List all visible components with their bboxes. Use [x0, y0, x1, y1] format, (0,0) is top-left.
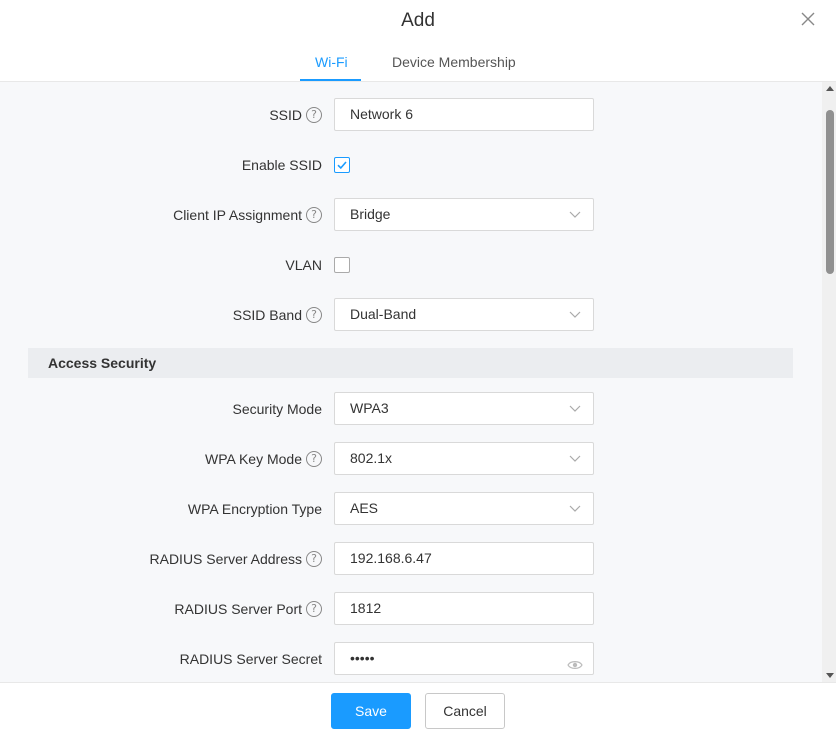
row-radius-server-secret: RADIUS Server Secret ••••• [0, 642, 822, 676]
cancel-button[interactable]: Cancel [425, 693, 505, 729]
help-icon[interactable]: ? [306, 601, 322, 617]
row-ssid-band: SSID Band ? Dual-Band [0, 298, 822, 332]
radius-server-address-label-text: RADIUS Server Address [149, 551, 303, 567]
ssid-input[interactable] [350, 99, 560, 130]
client-ip-assignment-value: Bridge [350, 206, 391, 222]
chevron-down-icon [569, 452, 581, 464]
check-icon [337, 161, 347, 170]
client-ip-assignment-label-text: Client IP Assignment [173, 207, 302, 223]
save-button[interactable]: Save [331, 693, 411, 729]
vertical-scrollbar[interactable] [822, 82, 836, 682]
enable-ssid-checkbox[interactable] [334, 157, 350, 173]
radius-server-port-label-text: RADIUS Server Port [174, 601, 302, 617]
ssid-input-wrapper [334, 98, 594, 131]
scroll-down-arrow-icon[interactable] [826, 673, 834, 678]
ssid-label-text: SSID [269, 107, 302, 123]
row-wpa-encryption-type: WPA Encryption Type AES [0, 492, 822, 526]
client-ip-assignment-label: Client IP Assignment ? [173, 198, 322, 232]
row-ssid: SSID ? [0, 98, 822, 132]
row-radius-server-port: RADIUS Server Port ? [0, 592, 822, 626]
security-mode-label: Security Mode [232, 401, 322, 417]
form-content: SSID ? Enable SSID Client IP Assignment … [0, 82, 822, 682]
row-security-mode: Security Mode WPA3 [0, 392, 822, 426]
client-ip-assignment-select[interactable]: Bridge [334, 198, 594, 231]
wpa-encryption-type-value: AES [350, 500, 379, 516]
wpa-key-mode-label-text: WPA Key Mode [204, 451, 302, 467]
radius-server-address-label: RADIUS Server Address ? [149, 542, 322, 576]
ssid-band-value: Dual-Band [350, 306, 417, 322]
dialog-title: Add [401, 10, 435, 31]
ssid-band-select[interactable]: Dual-Band [334, 298, 594, 331]
tab-device-membership[interactable]: Device Membership [392, 53, 516, 71]
access-security-section-header: Access Security [28, 348, 793, 378]
wpa-key-mode-value: 802.1x [350, 450, 393, 466]
radius-server-address-input[interactable] [350, 543, 560, 574]
tab-bar: Wi-Fi Device Membership [0, 50, 836, 82]
radius-server-port-input-wrapper [334, 592, 594, 625]
help-icon[interactable]: ? [306, 107, 322, 123]
chevron-down-icon [569, 402, 581, 414]
eye-icon[interactable] [567, 652, 583, 669]
chevron-down-icon [569, 308, 581, 320]
close-button[interactable] [800, 11, 816, 27]
wpa-key-mode-select[interactable]: 802.1x [334, 442, 594, 475]
ssid-band-label-text: SSID Band [232, 307, 302, 323]
help-icon[interactable]: ? [306, 551, 322, 567]
chevron-down-icon [569, 502, 581, 514]
enable-ssid-label: Enable SSID [241, 157, 322, 173]
tab-wifi[interactable]: Wi-Fi [315, 53, 348, 71]
row-wpa-key-mode: WPA Key Mode ? 802.1x [0, 442, 822, 476]
wpa-key-mode-label: WPA Key Mode ? [205, 442, 322, 476]
vlan-label: VLAN [285, 257, 322, 273]
radius-server-secret-label: RADIUS Server Secret [179, 651, 322, 667]
vlan-checkbox[interactable] [334, 257, 350, 273]
close-icon [801, 12, 815, 26]
dialog-footer: Save Cancel [0, 682, 836, 745]
help-icon[interactable]: ? [306, 207, 322, 223]
radius-server-port-label: RADIUS Server Port ? [174, 592, 322, 626]
radius-server-secret-input[interactable]: ••••• [350, 650, 375, 666]
scrollbar-thumb[interactable] [826, 110, 834, 274]
row-vlan: VLAN [0, 248, 822, 282]
active-tab-indicator [300, 79, 361, 81]
help-icon[interactable]: ? [306, 451, 322, 467]
row-client-ip-assignment: Client IP Assignment ? Bridge [0, 198, 822, 232]
security-mode-select[interactable]: WPA3 [334, 392, 594, 425]
chevron-down-icon [569, 208, 581, 220]
row-enable-ssid: Enable SSID [0, 148, 822, 182]
radius-server-port-input[interactable] [350, 593, 560, 624]
dialog-header: Add Wi-Fi Device Membership [0, 0, 836, 82]
scroll-up-arrow-icon[interactable] [826, 86, 834, 91]
ssid-band-label: SSID Band ? [233, 298, 322, 332]
wpa-encryption-type-label: WPA Encryption Type [187, 501, 322, 517]
help-icon[interactable]: ? [306, 307, 322, 323]
ssid-label: SSID ? [269, 98, 322, 132]
radius-server-secret-input-wrapper: ••••• [334, 642, 594, 675]
radius-server-address-input-wrapper [334, 542, 594, 575]
security-mode-value: WPA3 [350, 400, 389, 416]
wpa-encryption-type-select[interactable]: AES [334, 492, 594, 525]
row-radius-server-address: RADIUS Server Address ? [0, 542, 822, 576]
